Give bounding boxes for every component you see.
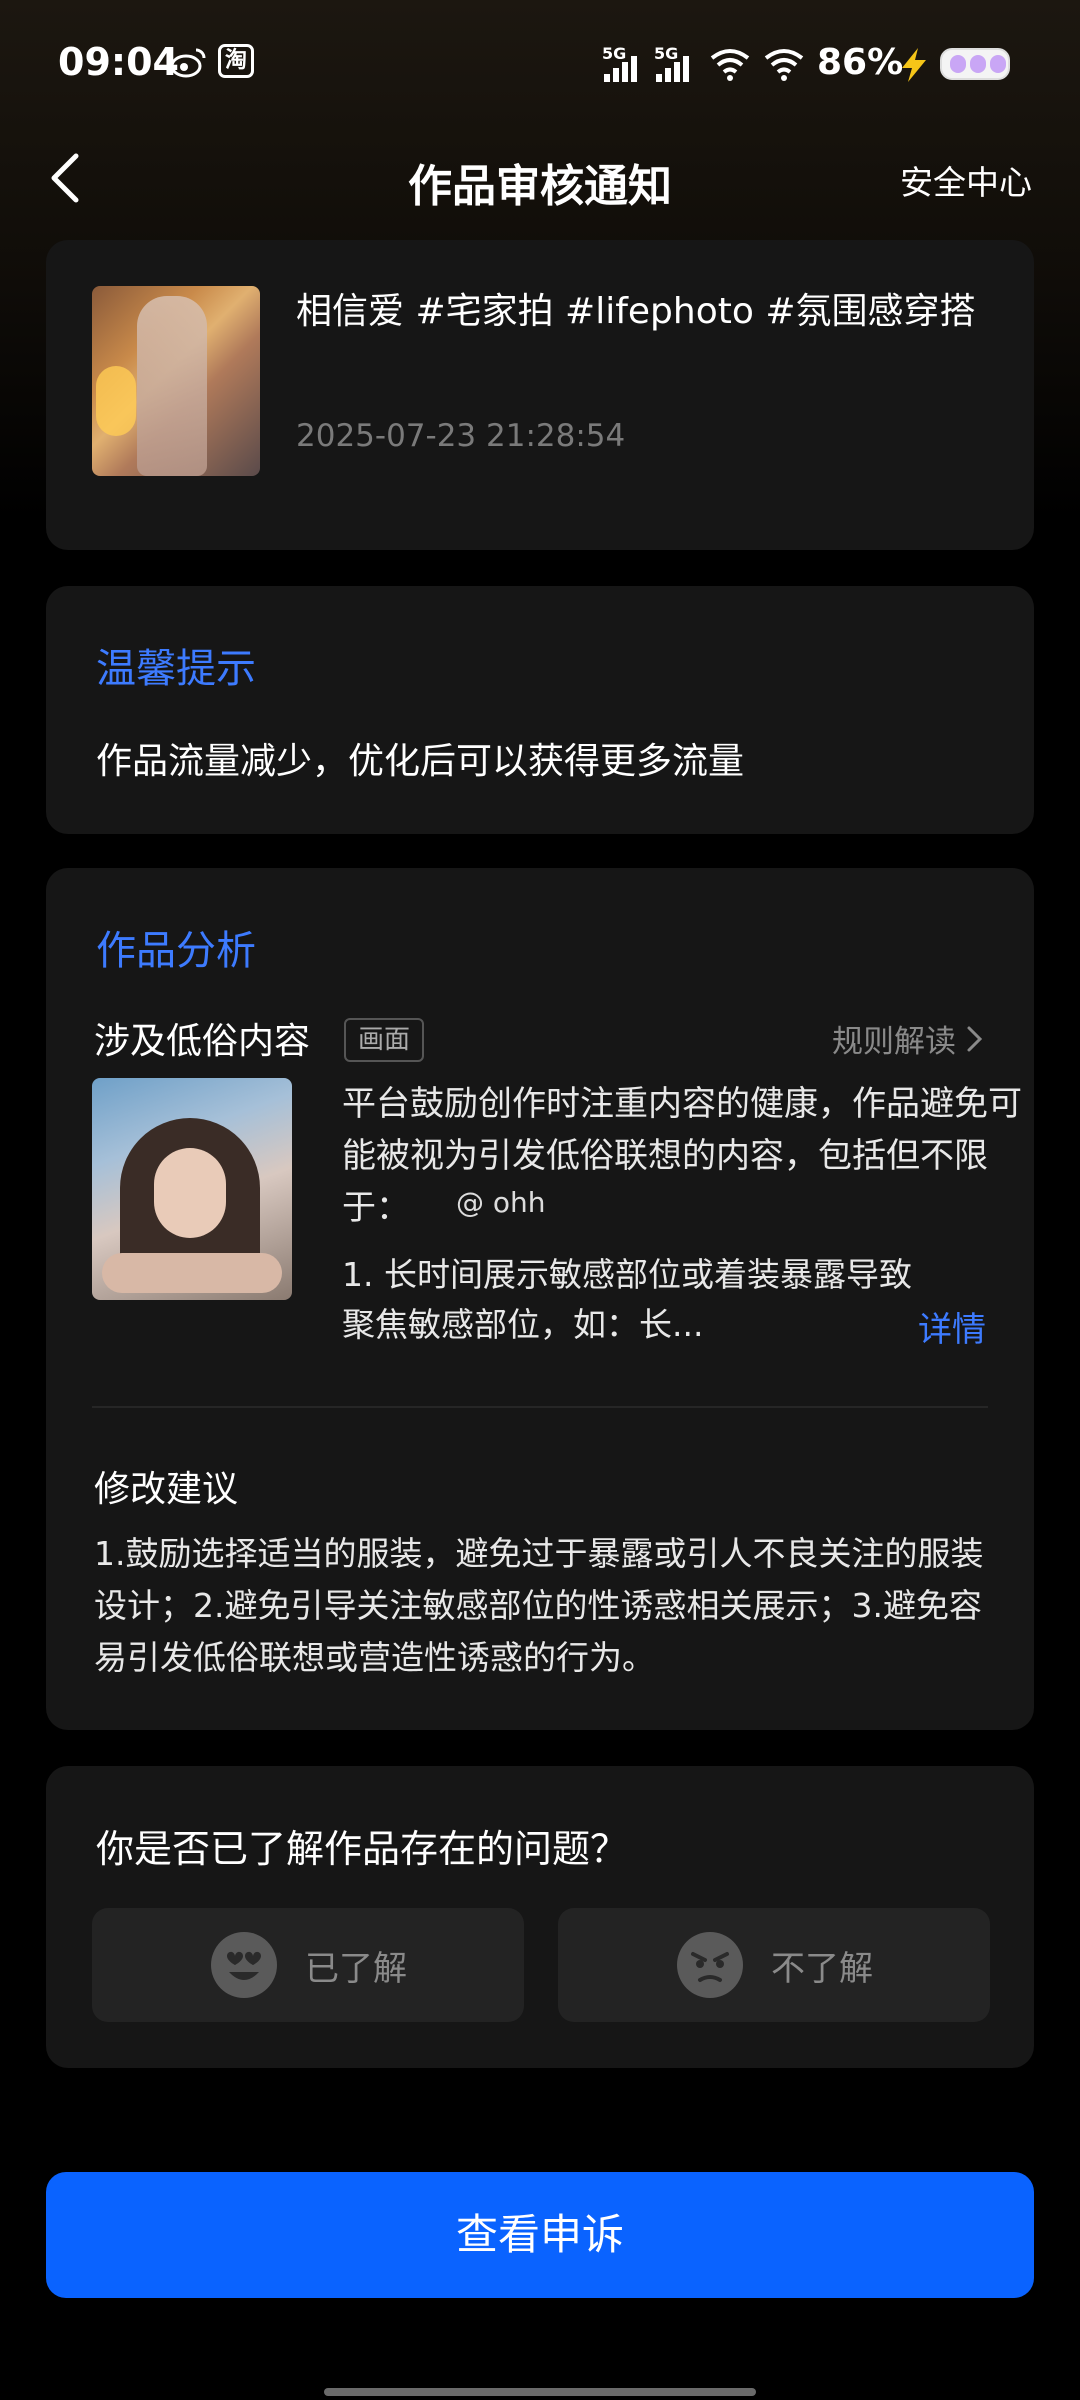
status-bar: 09:04 淘 5G 5G 86% <box>0 0 1080 130</box>
post-timestamp: 2025-07-23 21:28:54 <box>296 418 626 454</box>
safety-center-link[interactable]: 安全中心 <box>900 156 1032 204</box>
not-understood-button[interactable]: 不了解 <box>558 1908 990 2022</box>
rule-link-label: 规则解读 <box>832 1024 956 1060</box>
post-title: 相信爱 #宅家拍 #lifephoto #氛围感穿搭 <box>296 291 976 332</box>
tip-heading: 温馨提示 <box>96 646 256 692</box>
understood-label: 已了解 <box>305 1948 407 1989</box>
tip-text: 作品流量减少，优化后可以获得更多流量 <box>96 741 745 782</box>
issue-tag: 画面 <box>344 1018 425 1062</box>
signal-5g-icon: 5G <box>600 44 642 84</box>
post-card[interactable]: 相信爱 #宅家拍 #lifephoto #氛围感穿搭 2025-07-23 21… <box>46 240 1034 550</box>
feedback-card: 你是否已了解作品存在的问题？ 已了解 不了解 <box>46 1766 1034 2068</box>
understood-button[interactable]: 已了解 <box>92 1908 524 2022</box>
issue-label: 涉及低俗内容 <box>94 1021 311 1062</box>
battery-icon <box>940 48 1010 80</box>
view-appeal-button[interactable]: 查看申诉 <box>46 2172 1034 2298</box>
wifi-icon <box>710 49 750 81</box>
wifi-icon <box>764 49 804 81</box>
detail-link[interactable]: 详情 <box>918 1302 986 1351</box>
charging-bolt-icon <box>902 48 926 82</box>
tip-card: 温馨提示 作品流量减少，优化后可以获得更多流量 <box>46 586 1034 834</box>
battery-percent: 86% <box>817 42 904 83</box>
analysis-detail-text: 1. 长时间展示敏感部位或着装暴露导致聚焦敏感部位，如：长... <box>342 1255 912 1344</box>
feedback-question: 你是否已了解作品存在的问题？ <box>96 1827 629 1871</box>
watermark-text: @ ohh <box>456 1186 546 1219</box>
heart-eyes-emoji-icon <box>211 1932 277 1998</box>
chevron-right-icon <box>967 1026 983 1051</box>
status-time: 09:04 <box>58 40 179 84</box>
analysis-thumbnail[interactable] <box>92 1078 292 1300</box>
not-understood-label: 不了解 <box>771 1948 873 1989</box>
signal-5g-icon: 5G <box>652 44 694 84</box>
suggestion-text: 1.鼓励选择适当的服装，避免过于暴露或引人不良关注的服装设计；2.避免引导关注敏… <box>94 1534 984 1677</box>
weibo-icon <box>170 48 206 78</box>
analysis-card: 作品分析 涉及低俗内容 画面 规则解读 平台鼓励创作时注重内容的健康，作品避免可… <box>46 868 1034 1730</box>
taobao-icon: 淘 <box>218 44 254 78</box>
rule-interpretation-link[interactable]: 规则解读 <box>832 1016 984 1061</box>
divider <box>92 1406 988 1408</box>
home-indicator[interactable] <box>324 2388 756 2396</box>
suggestion-title: 修改建议 <box>94 1469 239 1510</box>
analysis-description: 平台鼓励创作时注重内容的健康，作品避免可能被视为引发低俗联想的内容，包括但不限于… <box>342 1084 1022 1228</box>
angry-face-emoji-icon <box>677 1932 743 1998</box>
analysis-heading: 作品分析 <box>96 928 256 974</box>
post-thumbnail[interactable] <box>92 286 260 476</box>
